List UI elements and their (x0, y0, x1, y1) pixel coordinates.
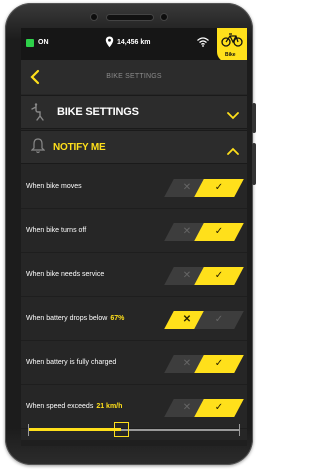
power-status-label: ON (38, 39, 49, 46)
pin-icon (105, 36, 114, 50)
section-bike-settings[interactable]: BIKE SETTINGS (21, 95, 247, 129)
notify-toggle[interactable]: ✕ ✓ (164, 399, 244, 417)
check-icon: ✓ (214, 226, 224, 237)
check-icon: ✓ (214, 314, 224, 325)
chevron-down-icon (227, 107, 239, 125)
slider-fill (28, 428, 121, 431)
app-screen: ON 14,456 km Bike BIKE SETTINGS BIKE SET… (21, 28, 247, 446)
bike-icon (221, 32, 243, 50)
section-notify-me-label: NOTIFY ME (53, 142, 106, 153)
notify-row: When battery drops below 67% ✕ ✓ (21, 297, 247, 341)
notify-toggle[interactable]: ✕ ✓ (164, 223, 244, 241)
notify-row-label: When bike moves (26, 183, 82, 190)
notify-row-label: When speed exceeds 21 km/h (26, 403, 123, 410)
notify-toggle[interactable]: ✕ ✓ (164, 267, 244, 285)
check-icon: ✓ (214, 358, 224, 369)
check-icon: ✓ (214, 402, 224, 413)
bottom-bar (21, 440, 247, 446)
notify-row-label: When bike needs service (26, 271, 105, 278)
bike-badge-label: Bike (225, 52, 236, 58)
check-icon: ✓ (214, 182, 224, 193)
notify-toggle[interactable]: ✕ ✓ (164, 311, 244, 329)
volume-button (252, 103, 256, 133)
notify-toggle[interactable]: ✕ ✓ (164, 355, 244, 373)
header-bar: BIKE SETTINGS (21, 60, 247, 94)
chevron-up-icon (227, 142, 239, 160)
notify-row-label: When battery drops below 67% (26, 315, 125, 322)
notify-row-label: When battery is fully charged (26, 359, 117, 366)
slider-start-tick (28, 424, 29, 436)
bike-settings-icon (31, 103, 47, 126)
close-icon: ✕ (182, 358, 192, 369)
power-status-icon (26, 39, 34, 47)
notify-row: When bike needs service ✕ ✓ (21, 253, 247, 297)
notify-toggle[interactable]: ✕ ✓ (164, 179, 244, 197)
close-icon: ✕ (182, 270, 192, 281)
notify-row: When bike moves ✕ ✓ (21, 165, 247, 209)
power-button (252, 143, 256, 185)
slider-end-tick (239, 424, 240, 436)
close-icon: ✕ (182, 402, 192, 413)
close-icon: ✕ (182, 182, 192, 193)
bell-icon (30, 138, 46, 159)
notify-row-label: When bike turns off (26, 227, 87, 234)
earpiece-speaker (107, 15, 153, 20)
proximity-sensor (161, 14, 167, 20)
check-icon: ✓ (214, 270, 224, 281)
status-bar: ON 14,456 km Bike (21, 28, 247, 62)
notify-row: When bike turns off ✕ ✓ (21, 209, 247, 253)
phone-frame: ON 14,456 km Bike BIKE SETTINGS BIKE SET… (5, 3, 256, 465)
slider-handle[interactable] (114, 422, 129, 437)
wifi-icon (197, 37, 209, 49)
section-notify-me[interactable]: NOTIFY ME (21, 130, 247, 164)
section-bike-settings-label: BIKE SETTINGS (57, 106, 139, 118)
close-icon: ✕ (182, 314, 192, 325)
distance-readout: 14,456 km (117, 39, 151, 46)
notify-row: When battery is fully charged ✕ ✓ (21, 341, 247, 385)
close-icon: ✕ (182, 226, 192, 237)
bike-badge[interactable]: Bike (217, 28, 247, 62)
page-title: BIKE SETTINGS (106, 73, 162, 80)
speed-slider[interactable] (28, 420, 240, 440)
front-camera (91, 14, 97, 20)
